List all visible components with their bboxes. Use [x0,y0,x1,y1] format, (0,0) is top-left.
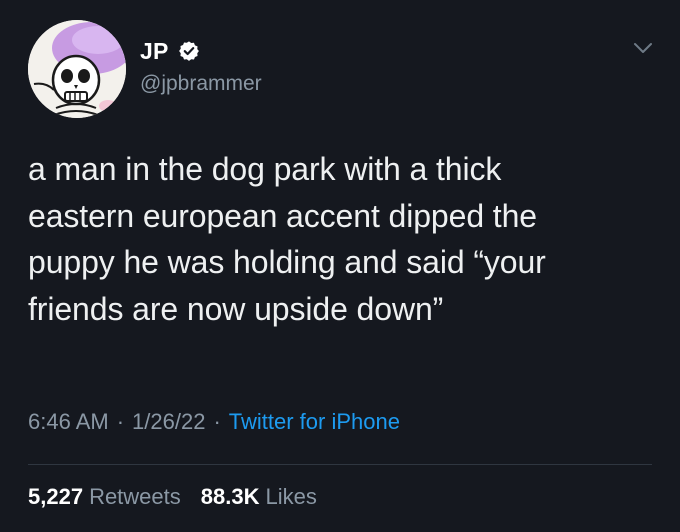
tweet-stats: 5,227 Retweets 88.3K Likes [28,484,317,510]
divider [28,464,652,465]
meta-separator: · [213,409,221,434]
retweets-count: 5,227 [28,484,84,509]
verified-badge-icon [178,41,199,61]
display-name[interactable]: JP [140,38,169,65]
retweets-label: Retweets [89,484,181,509]
author-name-row: JP [140,36,200,66]
retweets-stat[interactable]: 5,227 Retweets [28,484,181,509]
chevron-down-icon[interactable] [631,38,655,58]
likes-count: 88.3K [200,484,260,509]
avatar[interactable] [28,20,126,118]
tweet-meta: 6:46 AM · 1/26/22 · Twitter for iPhone [28,409,400,435]
likes-stat[interactable]: 88.3K Likes [201,484,317,509]
skeleton-avatar-icon [28,20,126,118]
tweet-text: a man in the dog park with a thick easte… [28,151,546,327]
handle[interactable]: @jpbrammer [140,72,262,96]
tweet-time[interactable]: 6:46 AM [28,409,109,434]
tweet-source-link[interactable]: Twitter for iPhone [229,409,400,434]
tweet-card: JP @jpbrammer a man in the dog park with… [0,0,680,532]
likes-label: Likes [265,484,317,509]
tweet-date[interactable]: 1/26/22 [132,409,205,434]
meta-separator: · [116,409,125,434]
